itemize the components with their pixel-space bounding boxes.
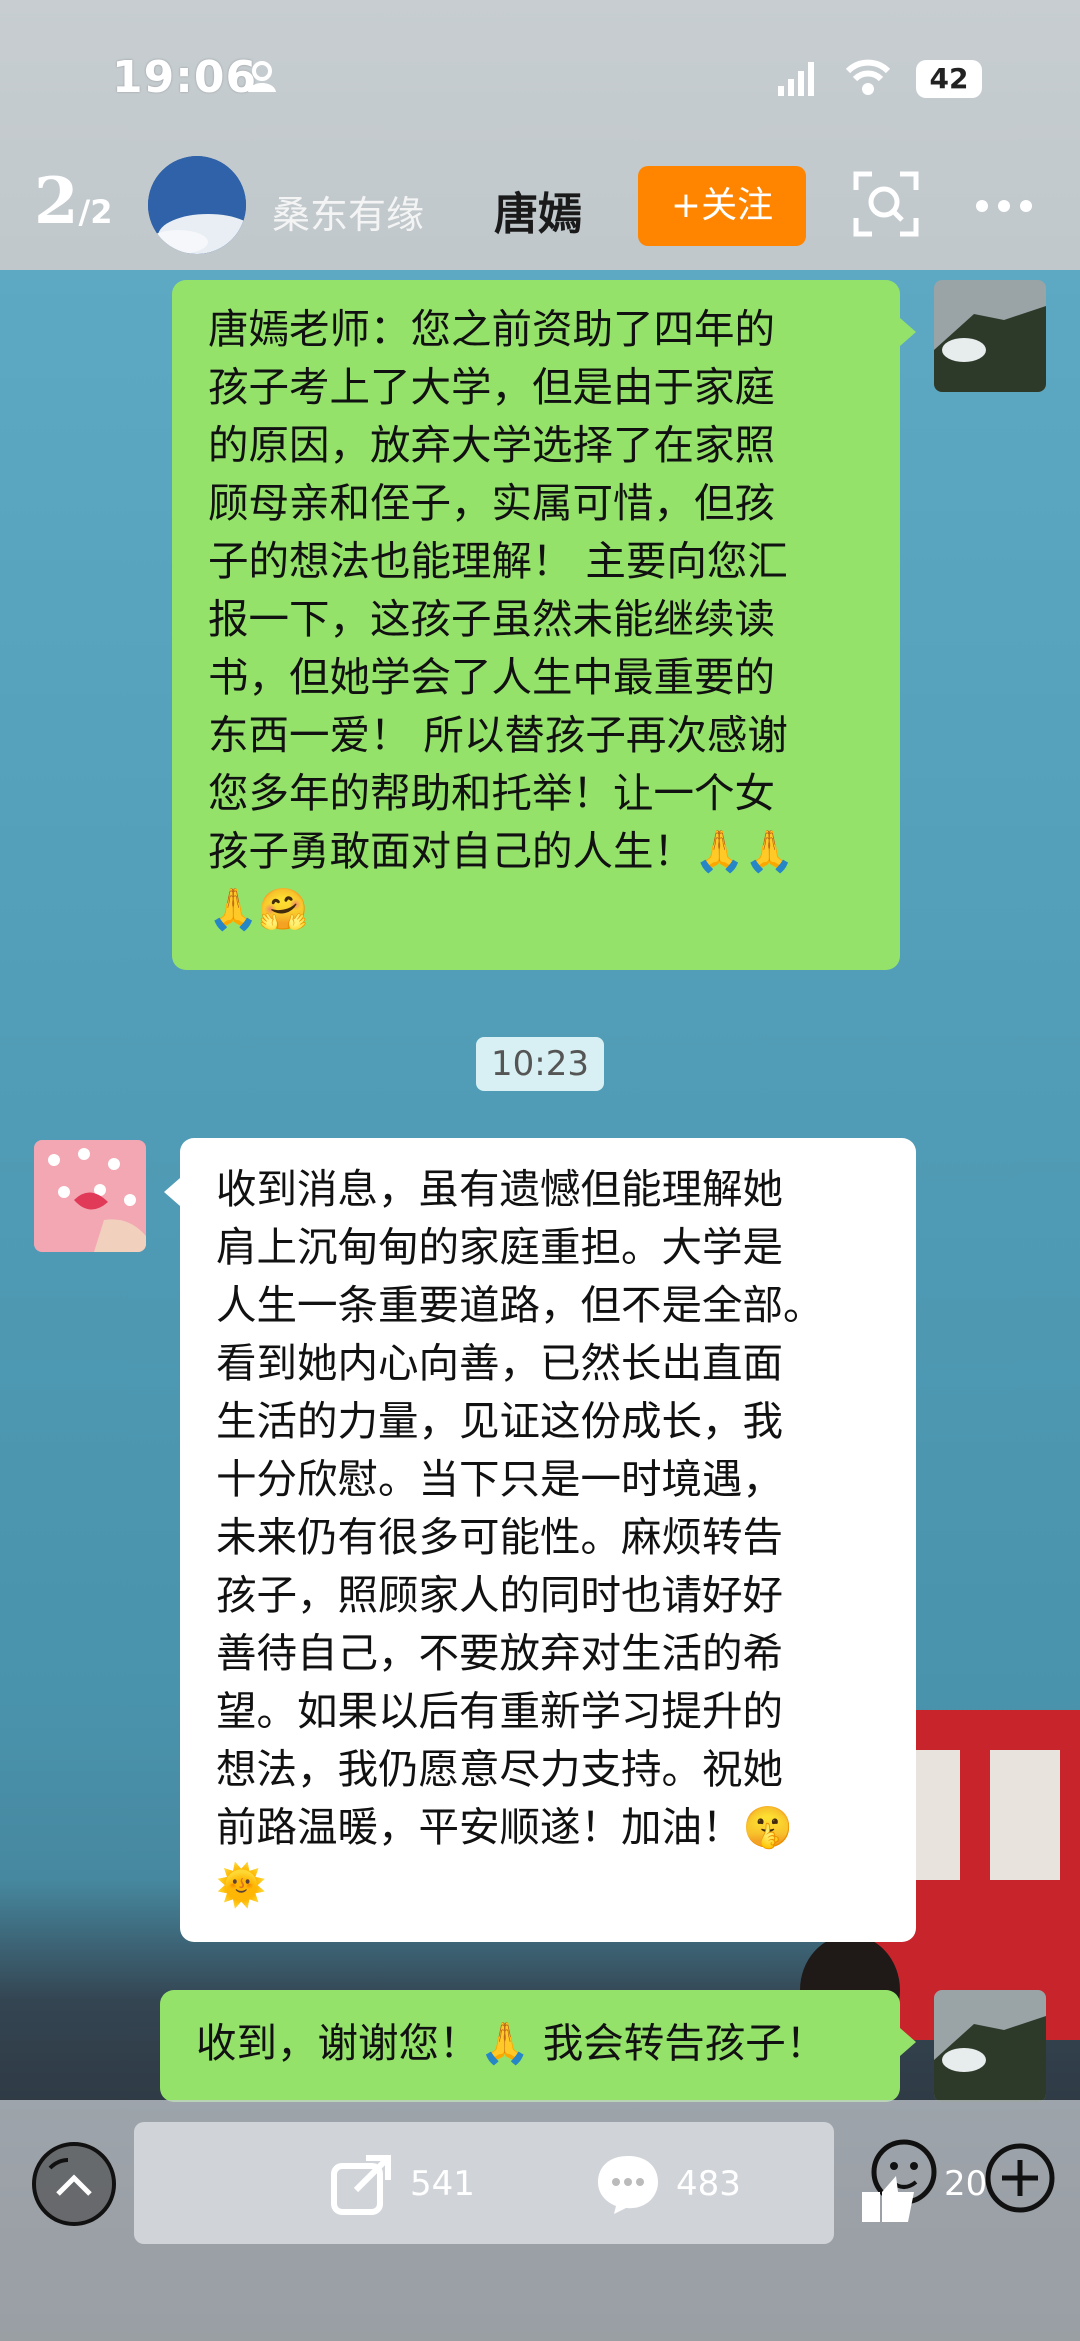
message-bubble-sent: 收到，谢谢您！🙏 我会转告孩子！ [160, 1990, 900, 2102]
like-count: 20 [944, 2164, 988, 2204]
message-bubble-received: 收到消息，虽有遗憾但能理解她 肩上沉甸甸的家庭重担。大学是 人生一条重要道路，但… [180, 1138, 916, 1942]
message-line: 报一下，这孩子虽然未能继续读 [208, 595, 775, 643]
message-line: 十分欣慰。当下只是一时境遇， [216, 1455, 783, 1503]
comment-icon[interactable] [594, 2152, 662, 2216]
message-line: 善待自己，不要放弃对生活的希 [216, 1629, 783, 1677]
message-line: 🌞 [216, 1861, 267, 1909]
message-line: 顾母亲和侄子，实属可惜，但孩 [208, 479, 775, 527]
poster-name[interactable]: 唐嫣 [494, 178, 582, 242]
message-line: 🙏🤗 [208, 885, 309, 933]
message-line: 未来仍有很多可能性。麻烦转告 [216, 1513, 783, 1561]
message-bubble-sent: 唐嫣老师：您之前资助了四年的 孩子考上了大学，但是由于家庭 的原因，放弃大学选择… [172, 280, 900, 970]
mountain-avatar-image [934, 1990, 1046, 2102]
channel-name[interactable]: 桑东有缘 [272, 184, 424, 239]
status-bar: 19:06 42 [0, 0, 1080, 150]
pink-avatar-image [34, 1140, 146, 1252]
post-header: 2/2 桑东有缘 唐嫣 +关注 [0, 150, 1080, 270]
battery-indicator: 42 [916, 60, 982, 98]
message-line: 您多年的帮助和托举！让一个女 [208, 769, 775, 817]
share-icon[interactable] [330, 2152, 394, 2216]
background-window [990, 1750, 1060, 1880]
wifi-icon [846, 59, 890, 95]
message-line: 书，但她学会了人生中最重要的 [208, 653, 775, 701]
message-line: 收到，谢谢您！🙏 我会转告孩子！ [196, 2019, 827, 2067]
message-line: 肩上沉甸甸的家庭重担。大学是 [216, 1223, 783, 1271]
message-line: 前路温暖，平安顺遂！加油！🤫 [216, 1803, 793, 1851]
mountain-avatar-image [934, 280, 1046, 392]
message-line: 收到消息，虽有遗憾但能理解她 [216, 1165, 783, 1213]
more-icon[interactable] [974, 198, 1034, 214]
scan-icon[interactable] [852, 170, 920, 238]
bubble-tail [900, 2028, 916, 2056]
person-icon [248, 61, 276, 92]
message-line: 孩子勇敢面对自己的人生！🙏🙏 [208, 827, 795, 875]
add-icon[interactable] [984, 2142, 1056, 2214]
channel-avatar[interactable] [148, 156, 246, 254]
bottom-action-bar: 541 483 20 [0, 2100, 1080, 2341]
bubble-tail [164, 1178, 180, 1206]
sender-avatar[interactable] [934, 280, 1046, 392]
message-line: 生活的力量，见证这份成长，我 [216, 1397, 783, 1445]
message-line: 子的想法也能理解！ 主要向您汇 [208, 537, 788, 585]
like-icon[interactable] [862, 2136, 942, 2226]
page-total: /2 [78, 193, 113, 231]
status-time: 19:06 [112, 52, 258, 103]
follow-button[interactable]: +关注 [638, 166, 806, 246]
message-line: 望。如果以后有重新学习提升的 [216, 1687, 783, 1735]
audio-icon[interactable] [28, 2138, 120, 2230]
chat-timestamp: 10:23 [476, 1037, 604, 1091]
message-line: 唐嫣老师：您之前资助了四年的 [208, 305, 775, 353]
channel-avatar-image [148, 156, 246, 254]
message-line: 看到她内心向善，已然长出直面 [216, 1339, 783, 1387]
page-counter: 2/2 [34, 164, 112, 239]
message-line: 想法，我仍愿意尽力支持。祝她 [216, 1745, 783, 1793]
sender-avatar[interactable] [934, 1990, 1046, 2102]
recipient-avatar[interactable] [34, 1140, 146, 1252]
bubble-tail [900, 318, 916, 346]
page-current: 2 [34, 164, 79, 239]
share-count: 541 [410, 2164, 475, 2204]
signal-icon [778, 62, 814, 96]
message-line: 人生一条重要道路，但不是全部。 [216, 1281, 824, 1329]
message-line: 的原因，放弃大学选择了在家照 [208, 421, 775, 469]
message-line: 孩子，照顾家人的同时也请好好 [216, 1571, 783, 1619]
comment-count: 483 [676, 2164, 741, 2204]
message-line: 东西一爱！ 所以替孩子再次感谢 [208, 711, 788, 759]
message-line: 孩子考上了大学，但是由于家庭 [208, 363, 775, 411]
